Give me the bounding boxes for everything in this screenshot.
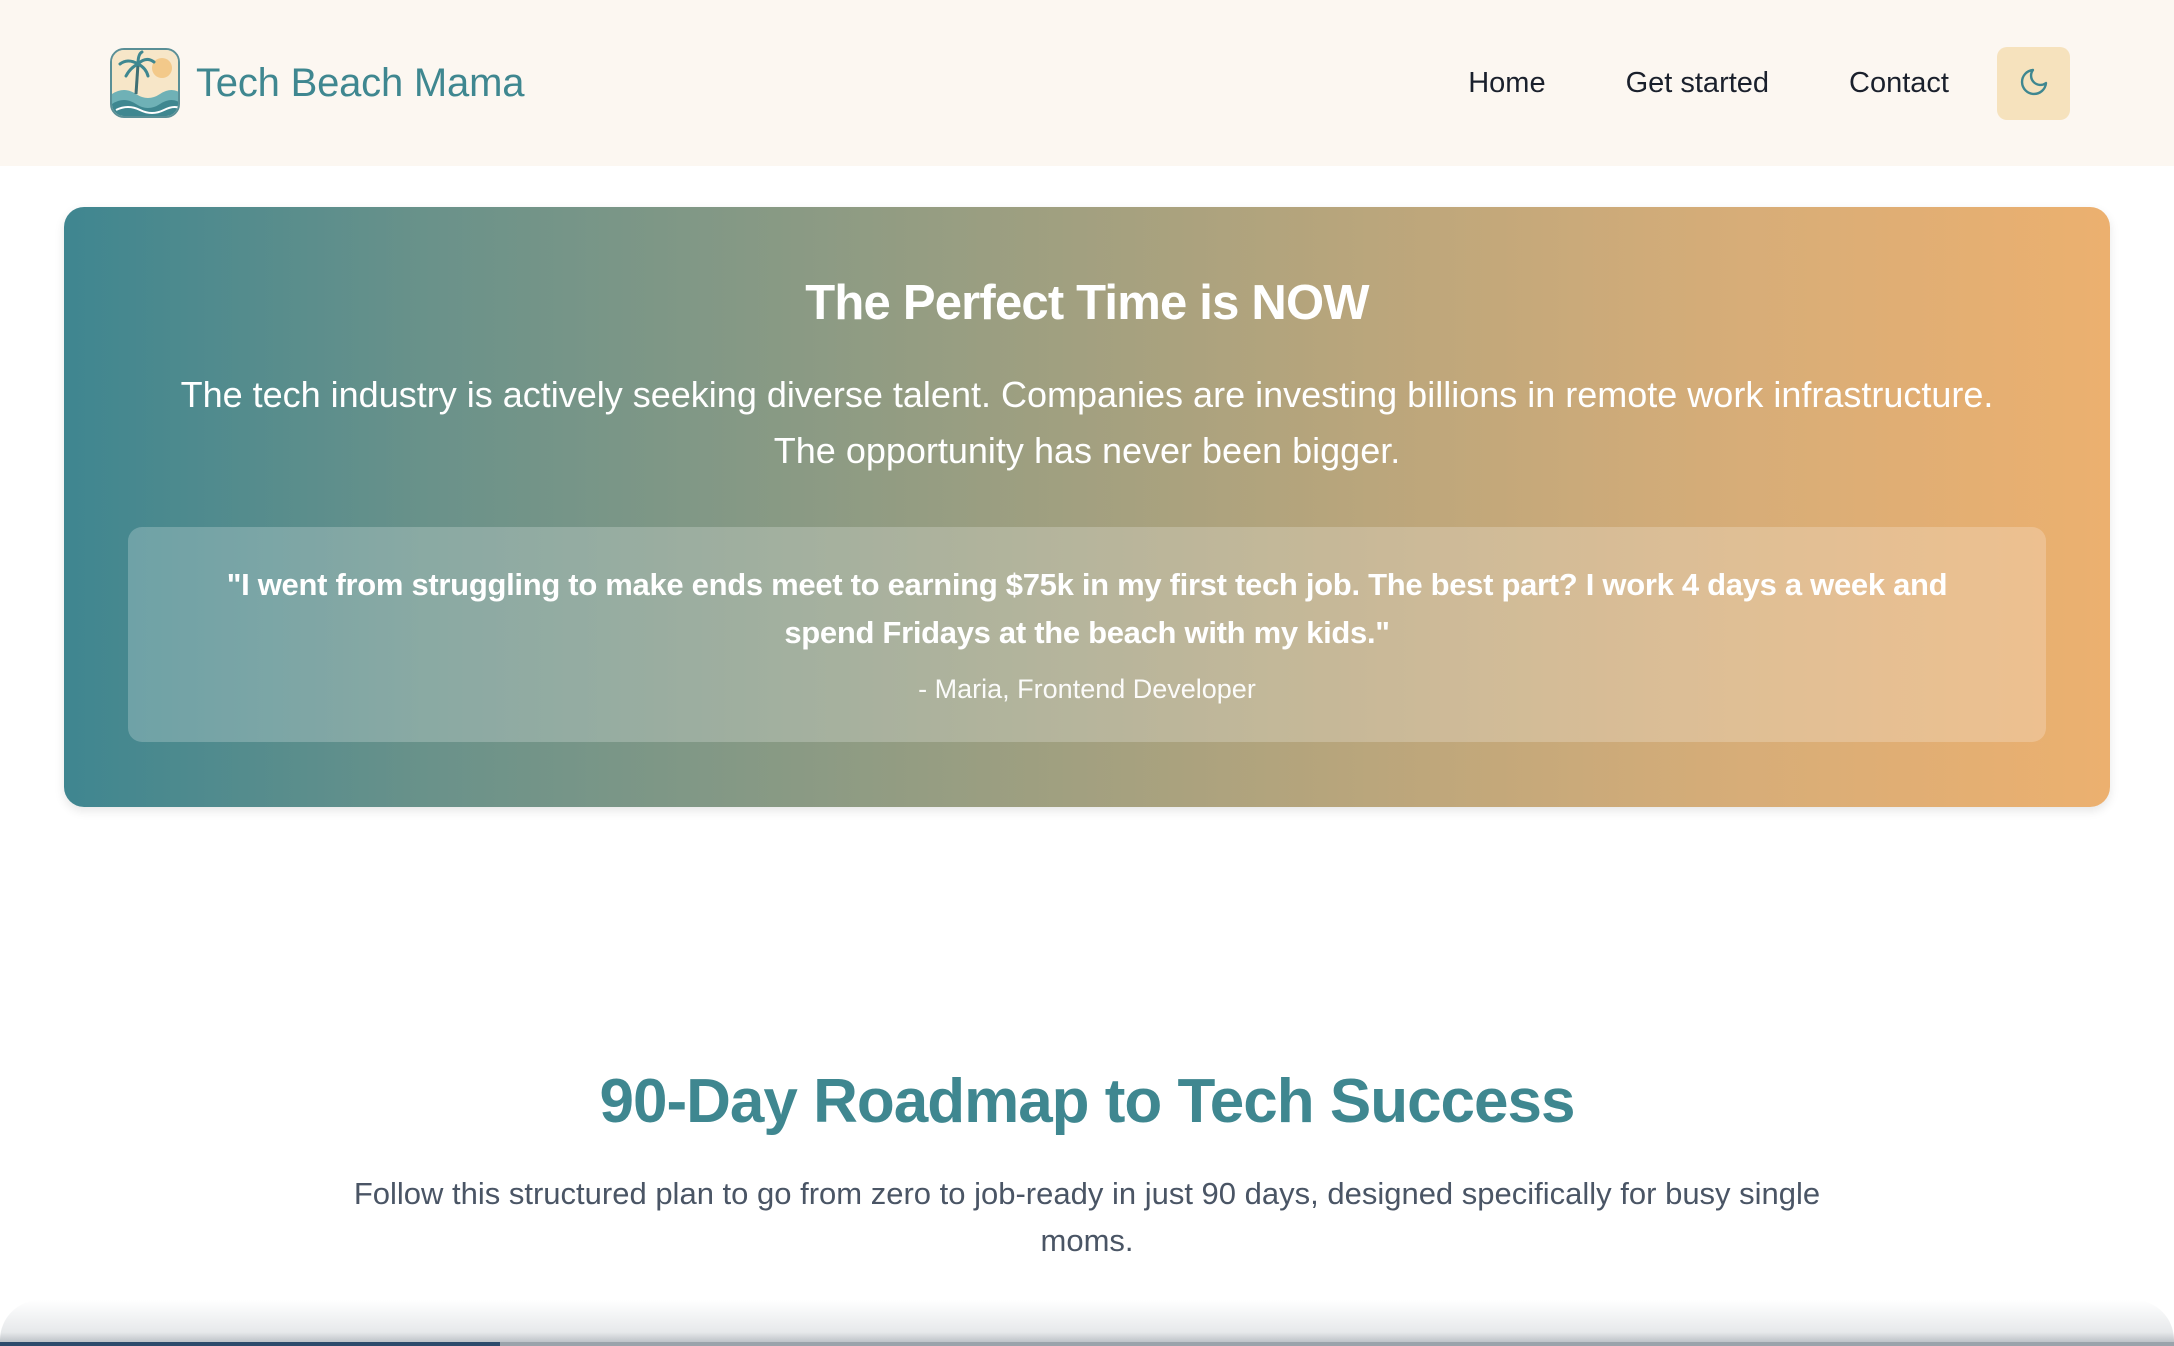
brand-name: Tech Beach Mama	[196, 60, 525, 105]
testimonial-quote: "I went from struggling to make ends mee…	[226, 567, 1948, 650]
hero-card: The Perfect Time is NOW The tech industr…	[64, 207, 2110, 807]
nav-get-started-link[interactable]: Get started	[1626, 67, 1769, 100]
palm-beach-logo-icon	[110, 48, 180, 118]
moon-icon	[2018, 66, 2050, 101]
main-nav: Home Get started Contact	[1468, 46, 2070, 120]
theme-toggle-button[interactable]	[1997, 46, 2070, 120]
site-header: Tech Beach Mama Home Get started Contact	[0, 0, 2174, 166]
roadmap-description: Follow this structured plan to go from z…	[353, 1176, 1821, 1258]
next-section-edge	[0, 1300, 2174, 1346]
nav-home-link[interactable]: Home	[1468, 67, 1545, 100]
roadmap-title: 90-Day Roadmap to Tech Success	[599, 1067, 1576, 1136]
hero-title: The Perfect Time is NOW	[805, 276, 1369, 330]
bottom-divider-accent	[0, 1342, 500, 1346]
testimonial-author: - Maria, Frontend Developer	[918, 674, 1256, 704]
hero-text: The tech industry is actively seeking di…	[180, 374, 1994, 471]
nav-contact-link[interactable]: Contact	[1849, 67, 1949, 100]
brand-home-link[interactable]: Tech Beach Mama	[110, 48, 524, 118]
testimonial-box: "I went from struggling to make ends mee…	[128, 527, 2046, 742]
